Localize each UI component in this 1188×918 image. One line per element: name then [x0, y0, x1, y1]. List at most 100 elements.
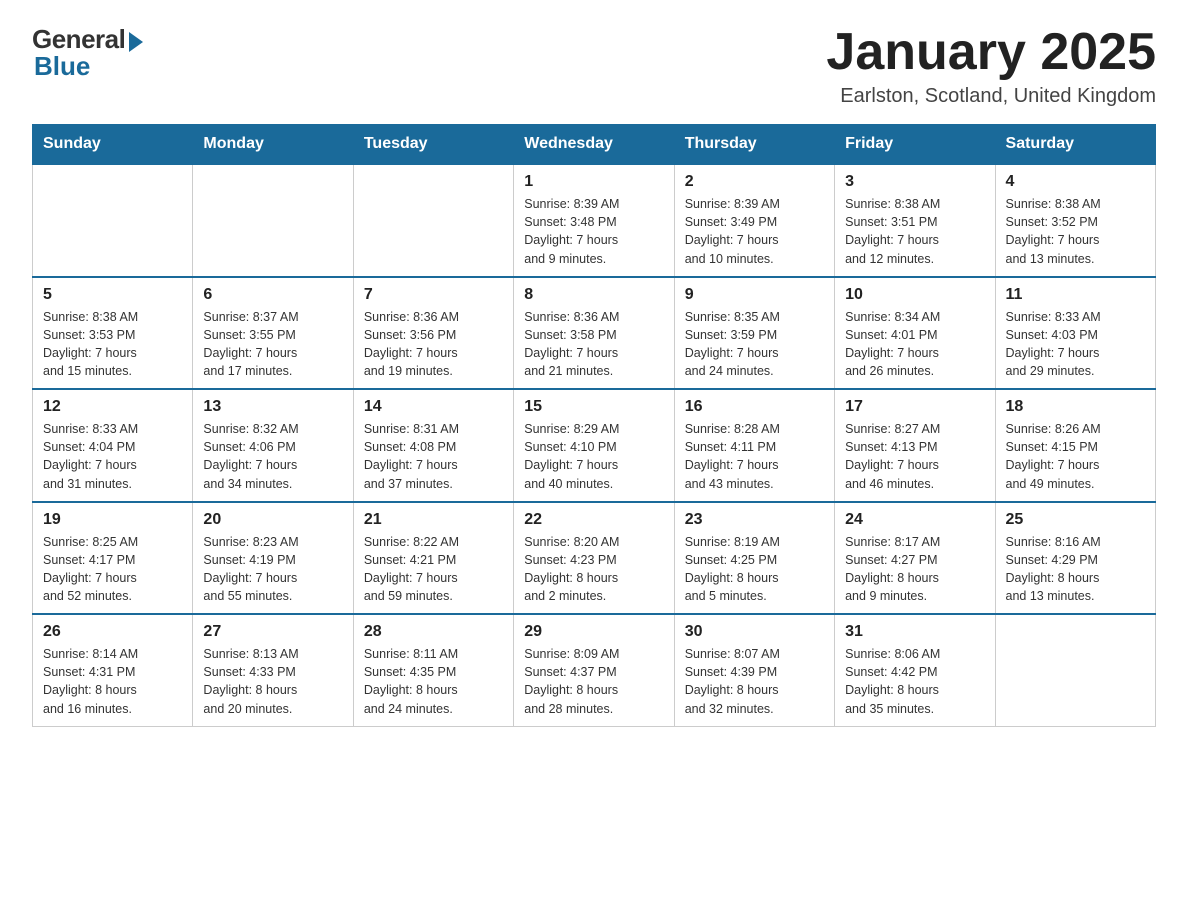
- day-info-17: Sunrise: 8:27 AM Sunset: 4:13 PM Dayligh…: [845, 420, 984, 493]
- day-info-19: Sunrise: 8:25 AM Sunset: 4:17 PM Dayligh…: [43, 533, 182, 606]
- day-number-4: 4: [1006, 173, 1145, 191]
- day-info-15: Sunrise: 8:29 AM Sunset: 4:10 PM Dayligh…: [524, 420, 663, 493]
- day-number-13: 13: [203, 398, 342, 416]
- day-info-11: Sunrise: 8:33 AM Sunset: 4:03 PM Dayligh…: [1006, 308, 1145, 381]
- day-number-22: 22: [524, 511, 663, 529]
- day-number-6: 6: [203, 286, 342, 304]
- day-info-4: Sunrise: 8:38 AM Sunset: 3:52 PM Dayligh…: [1006, 195, 1145, 268]
- day-number-31: 31: [845, 623, 984, 641]
- calendar-day-14: 14Sunrise: 8:31 AM Sunset: 4:08 PM Dayli…: [353, 389, 513, 502]
- day-number-26: 26: [43, 623, 182, 641]
- calendar-day-18: 18 Sunrise: 8:26 AM Sunset: 4:15 PM Dayli…: [995, 389, 1155, 502]
- calendar-table: SundayMondayTuesdayWednesdayThursdayFrid…: [32, 124, 1156, 727]
- calendar-day-4: 4 Sunrise: 8:38 AM Sunset: 3:52 PM Daylig…: [995, 164, 1155, 277]
- day-number-19: 19: [43, 511, 182, 529]
- day-number-12: 12: [43, 398, 182, 416]
- calendar-day-27: 27 Sunrise: 8:13 AM Sunset: 4:33 PM Dayli…: [193, 614, 353, 726]
- day-info-21: Sunrise: 8:22 AM Sunset: 4:21 PM Dayligh…: [364, 533, 503, 606]
- month-title: January 2025: [826, 24, 1156, 81]
- calendar-empty-cell: [33, 164, 193, 277]
- day-info-20: Sunrise: 8:23 AM Sunset: 4:19 PM Dayligh…: [203, 533, 342, 606]
- calendar-header-wednesday: Wednesday: [514, 125, 674, 165]
- day-info-26: Sunrise: 8:14 AM Sunset: 4:31 PM Dayligh…: [43, 645, 182, 718]
- calendar-day-1: 1 Sunrise: 8:39 AM Sunset: 3:48 PM Daylig…: [514, 164, 674, 277]
- calendar-day-15: 15Sunrise: 8:29 AM Sunset: 4:10 PM Dayli…: [514, 389, 674, 502]
- day-info-27: Sunrise: 8:13 AM Sunset: 4:33 PM Dayligh…: [203, 645, 342, 718]
- day-info-10: Sunrise: 8:34 AM Sunset: 4:01 PM Dayligh…: [845, 308, 984, 381]
- day-number-10: 10: [845, 286, 984, 304]
- day-info-28: Sunrise: 8:11 AM Sunset: 4:35 PM Dayligh…: [364, 645, 503, 718]
- calendar-week-row-2: 5 Sunrise: 8:38 AM Sunset: 3:53 PM Daylig…: [33, 277, 1156, 390]
- calendar-day-9: 9Sunrise: 8:35 AM Sunset: 3:59 PM Daylig…: [674, 277, 834, 390]
- day-number-8: 8: [524, 286, 663, 304]
- day-info-29: Sunrise: 8:09 AM Sunset: 4:37 PM Dayligh…: [524, 645, 663, 718]
- calendar-week-row-5: 26 Sunrise: 8:14 AM Sunset: 4:31 PM Dayli…: [33, 614, 1156, 726]
- day-info-31: Sunrise: 8:06 AM Sunset: 4:42 PM Dayligh…: [845, 645, 984, 718]
- calendar-day-25: 25 Sunrise: 8:16 AM Sunset: 4:29 PM Dayli…: [995, 502, 1155, 615]
- day-info-1: Sunrise: 8:39 AM Sunset: 3:48 PM Dayligh…: [524, 195, 663, 268]
- day-number-5: 5: [43, 286, 182, 304]
- calendar-day-2: 2Sunrise: 8:39 AM Sunset: 3:49 PM Daylig…: [674, 164, 834, 277]
- day-info-30: Sunrise: 8:07 AM Sunset: 4:39 PM Dayligh…: [685, 645, 824, 718]
- calendar-day-11: 11 Sunrise: 8:33 AM Sunset: 4:03 PM Dayli…: [995, 277, 1155, 390]
- day-info-25: Sunrise: 8:16 AM Sunset: 4:29 PM Dayligh…: [1006, 533, 1145, 606]
- day-info-3: Sunrise: 8:38 AM Sunset: 3:51 PM Dayligh…: [845, 195, 984, 268]
- day-number-2: 2: [685, 173, 824, 191]
- calendar-day-5: 5 Sunrise: 8:38 AM Sunset: 3:53 PM Daylig…: [33, 277, 193, 390]
- day-number-3: 3: [845, 173, 984, 191]
- calendar-day-17: 17Sunrise: 8:27 AM Sunset: 4:13 PM Dayli…: [835, 389, 995, 502]
- day-number-9: 9: [685, 286, 824, 304]
- day-info-18: Sunrise: 8:26 AM Sunset: 4:15 PM Dayligh…: [1006, 420, 1145, 493]
- calendar-day-7: 7Sunrise: 8:36 AM Sunset: 3:56 PM Daylig…: [353, 277, 513, 390]
- calendar-day-31: 31 Sunrise: 8:06 AM Sunset: 4:42 PM Dayli…: [835, 614, 995, 726]
- day-number-7: 7: [364, 286, 503, 304]
- day-info-12: Sunrise: 8:33 AM Sunset: 4:04 PM Dayligh…: [43, 420, 182, 493]
- calendar-day-20: 20 Sunrise: 8:23 AM Sunset: 4:19 PM Dayli…: [193, 502, 353, 615]
- calendar-day-22: 22 Sunrise: 8:20 AM Sunset: 4:23 PM Dayli…: [514, 502, 674, 615]
- calendar-header-tuesday: Tuesday: [353, 125, 513, 165]
- day-number-28: 28: [364, 623, 503, 641]
- logo: General Blue: [32, 24, 143, 82]
- day-number-24: 24: [845, 511, 984, 529]
- day-number-21: 21: [364, 511, 503, 529]
- calendar-day-26: 26 Sunrise: 8:14 AM Sunset: 4:31 PM Dayli…: [33, 614, 193, 726]
- calendar-day-19: 19 Sunrise: 8:25 AM Sunset: 4:17 PM Dayli…: [33, 502, 193, 615]
- calendar-day-13: 13 Sunrise: 8:32 AM Sunset: 4:06 PM Dayli…: [193, 389, 353, 502]
- day-info-5: Sunrise: 8:38 AM Sunset: 3:53 PM Dayligh…: [43, 308, 182, 381]
- day-number-27: 27: [203, 623, 342, 641]
- calendar-day-21: 21 Sunrise: 8:22 AM Sunset: 4:21 PM Dayli…: [353, 502, 513, 615]
- calendar-week-row-1: 1 Sunrise: 8:39 AM Sunset: 3:48 PM Daylig…: [33, 164, 1156, 277]
- day-number-11: 11: [1006, 286, 1145, 304]
- day-info-22: Sunrise: 8:20 AM Sunset: 4:23 PM Dayligh…: [524, 533, 663, 606]
- calendar-day-10: 10 Sunrise: 8:34 AM Sunset: 4:01 PM Dayli…: [835, 277, 995, 390]
- calendar-header-thursday: Thursday: [674, 125, 834, 165]
- calendar-day-3: 3 Sunrise: 8:38 AM Sunset: 3:51 PM Daylig…: [835, 164, 995, 277]
- day-number-23: 23: [685, 511, 824, 529]
- day-info-14: Sunrise: 8:31 AM Sunset: 4:08 PM Dayligh…: [364, 420, 503, 493]
- calendar-empty-cell: [193, 164, 353, 277]
- day-info-16: Sunrise: 8:28 AM Sunset: 4:11 PM Dayligh…: [685, 420, 824, 493]
- calendar-day-28: 28 Sunrise: 8:11 AM Sunset: 4:35 PM Dayli…: [353, 614, 513, 726]
- logo-arrow-icon: [129, 32, 143, 52]
- calendar-day-8: 8 Sunrise: 8:36 AM Sunset: 3:58 PM Daylig…: [514, 277, 674, 390]
- day-number-16: 16: [685, 398, 824, 416]
- calendar-week-row-3: 12 Sunrise: 8:33 AM Sunset: 4:04 PM Dayli…: [33, 389, 1156, 502]
- day-number-20: 20: [203, 511, 342, 529]
- day-number-25: 25: [1006, 511, 1145, 529]
- day-number-1: 1: [524, 173, 663, 191]
- calendar-day-30: 30 Sunrise: 8:07 AM Sunset: 4:39 PM Dayli…: [674, 614, 834, 726]
- calendar-day-12: 12 Sunrise: 8:33 AM Sunset: 4:04 PM Dayli…: [33, 389, 193, 502]
- day-info-24: Sunrise: 8:17 AM Sunset: 4:27 PM Dayligh…: [845, 533, 984, 606]
- day-info-13: Sunrise: 8:32 AM Sunset: 4:06 PM Dayligh…: [203, 420, 342, 493]
- calendar-header-monday: Monday: [193, 125, 353, 165]
- logo-blue-text: Blue: [34, 51, 90, 82]
- day-info-23: Sunrise: 8:19 AM Sunset: 4:25 PM Dayligh…: [685, 533, 824, 606]
- day-number-30: 30: [685, 623, 824, 641]
- day-info-8: Sunrise: 8:36 AM Sunset: 3:58 PM Dayligh…: [524, 308, 663, 381]
- calendar-day-24: 24 Sunrise: 8:17 AM Sunset: 4:27 PM Dayli…: [835, 502, 995, 615]
- calendar-day-23: 23 Sunrise: 8:19 AM Sunset: 4:25 PM Dayli…: [674, 502, 834, 615]
- location-text: Earlston, Scotland, United Kingdom: [826, 85, 1156, 108]
- calendar-day-16: 16 Sunrise: 8:28 AM Sunset: 4:11 PM Dayli…: [674, 389, 834, 502]
- calendar-header-sunday: Sunday: [33, 125, 193, 165]
- day-number-18: 18: [1006, 398, 1145, 416]
